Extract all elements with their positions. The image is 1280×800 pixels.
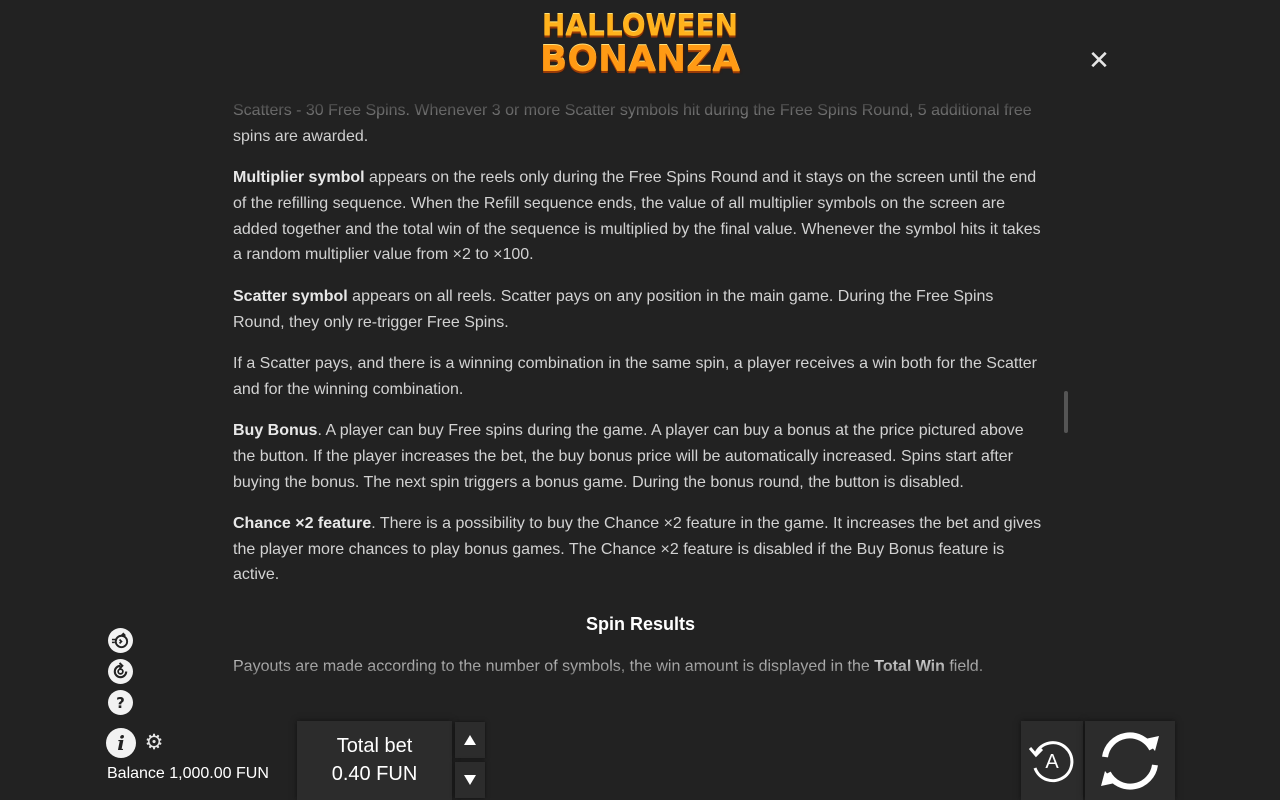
- autoplay-button[interactable]: A: [1021, 721, 1083, 800]
- rules-paragraph: Scatter symbol appears on all reels. Sca…: [233, 284, 1048, 336]
- rules-text: . A player can buy Free spins during the…: [233, 421, 1024, 491]
- total-bet-panel: Total bet 0.40 FUN: [297, 721, 452, 800]
- gear-icon[interactable]: ⚙: [144, 732, 164, 753]
- rules-term: Multiplier symbol: [233, 169, 365, 187]
- arrow-up-icon: [464, 735, 476, 745]
- turbo-icon-glyph: [111, 632, 129, 649]
- section-title: Spin Results: [585, 614, 696, 635]
- history-icon-glyph: [113, 662, 128, 679]
- autoplay-icon: A: [1028, 740, 1074, 782]
- rules-paragraph: Multiplier symbol appears on the reels o…: [233, 165, 1048, 268]
- rules-content: Scatters - 30 Free Spins. Whenever 3 or …: [233, 98, 1048, 690]
- turbo-icon[interactable]: [108, 628, 133, 653]
- rules-term: Scatter symbol: [233, 287, 348, 305]
- rules-paragraph: Payouts are made according to the number…: [233, 654, 1048, 680]
- rules-paragraph: Chance ×2 feature. There is a possibilit…: [233, 511, 1048, 588]
- rules-term: Buy Bonus: [233, 421, 318, 439]
- scrollbar-thumb[interactable]: [1064, 391, 1068, 433]
- rules-paragraph: Buy Bonus. A player can buy Free spins d…: [233, 418, 1048, 495]
- rules-paragraph: If a Scatter pays, and there is a winnin…: [233, 354, 1037, 398]
- spin-button[interactable]: [1085, 721, 1175, 800]
- autoplay-label: A: [1045, 751, 1059, 773]
- total-bet-value: 0.40 FUN: [331, 762, 418, 785]
- bet-decrease-button[interactable]: [455, 762, 485, 798]
- rules-text: appears on all reels. Scatter pays on an…: [233, 287, 994, 331]
- rules-text: Payouts are made according to the number…: [233, 658, 875, 676]
- close-icon[interactable]: ✕: [1087, 47, 1111, 73]
- balance-display: Balance 1,000.00 FUN: [107, 765, 269, 782]
- logo-line-2: BONANZA: [539, 39, 741, 80]
- info-icon[interactable]: i: [106, 728, 136, 758]
- arrow-down-icon: [464, 775, 476, 785]
- spin-icon: [1101, 731, 1159, 790]
- history-icon[interactable]: [108, 659, 133, 684]
- help-icon[interactable]: ?: [108, 690, 133, 715]
- bet-increase-button[interactable]: [455, 722, 485, 758]
- rules-text: field.: [944, 658, 984, 676]
- rules-term: Chance ×2 feature: [233, 514, 372, 532]
- logo-line-1: HALLOWEEN: [541, 8, 739, 43]
- rules-term: Total Win: [874, 658, 945, 676]
- rules-paragraph: Scatters - 30 Free Spins. Whenever 3 or …: [233, 102, 1032, 145]
- total-bet-label: Total bet: [336, 734, 413, 757]
